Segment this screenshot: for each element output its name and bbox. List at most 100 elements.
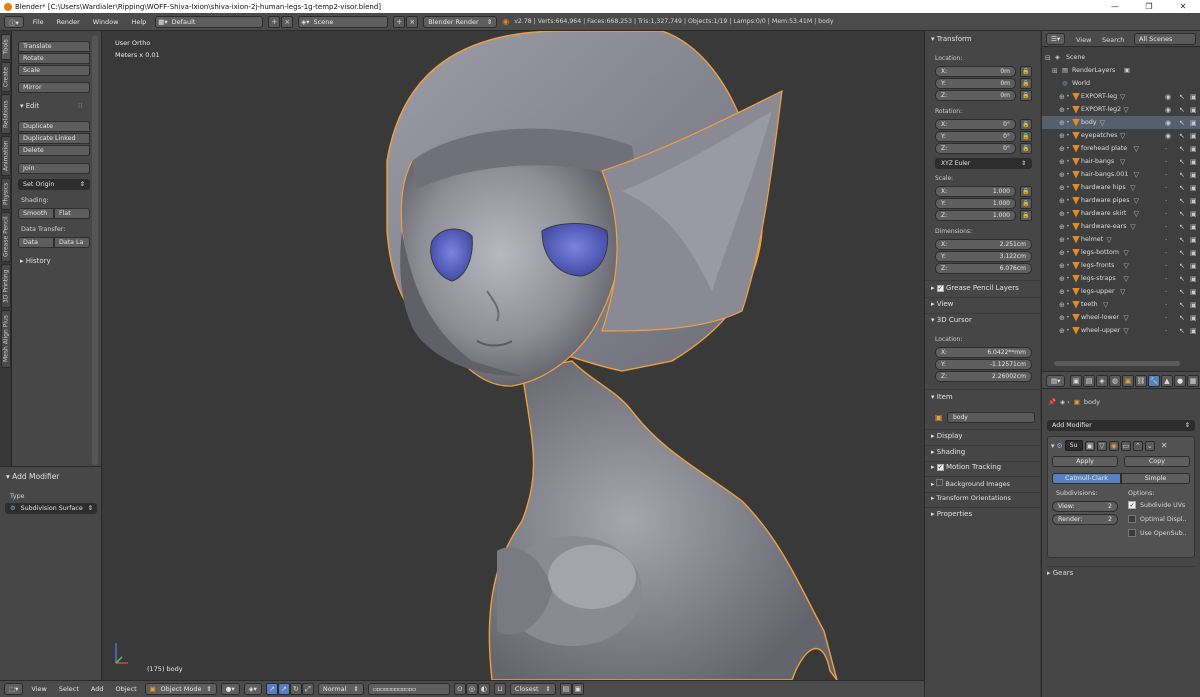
cursor-x-field[interactable]: X: 6.0422**mm (935, 347, 1032, 358)
show-in-editmode-icon[interactable]: ▣ (1084, 440, 1095, 451)
scale-button[interactable]: Scale (18, 65, 90, 76)
show-on-cage-icon[interactable]: ▽ (1096, 440, 1107, 451)
layout-selector[interactable]: ▦▾ Default (155, 15, 264, 28)
outliner-object-row[interactable]: ⊕ • legs-upper ▽ · ↖ ▣ (1042, 285, 1200, 298)
visibility-eye-icon[interactable]: ◉ (1165, 119, 1171, 127)
selectable-arrow-icon[interactable]: ↖ (1179, 288, 1185, 296)
tab-3d-printing[interactable]: 3D Printing (1, 264, 11, 308)
display-mode-dropdown[interactable]: All Scenes (1134, 33, 1196, 45)
render-camera-icon[interactable]: ▣ (1190, 327, 1197, 335)
transform-orientation-dropdown[interactable]: Normal ⇕ (317, 683, 364, 695)
outliner-object-row[interactable]: ⊕ • legs-bottom ▽ · ↖ ▣ (1042, 246, 1200, 259)
pin-icon[interactable]: 📌 (1048, 398, 1056, 406)
scale-y-field[interactable]: Y: 1.000 (935, 198, 1016, 209)
selectable-arrow-icon[interactable]: ↖ (1179, 93, 1185, 101)
properties-panel-header[interactable]: ▸ Properties (931, 510, 972, 518)
location-x-field[interactable]: X: 0m (935, 66, 1016, 77)
tab-create[interactable]: Create (1, 62, 11, 92)
delete-button[interactable]: Delete (18, 145, 90, 156)
lock-icon[interactable]: 🔒 (1020, 119, 1032, 130)
render-camera-icon[interactable]: ▣ (1190, 158, 1197, 166)
tab-tools[interactable]: Tools (1, 34, 11, 60)
tool-shelf-scrollbar[interactable] (92, 35, 98, 465)
scale-z-field[interactable]: Z: 1.000 (935, 210, 1016, 221)
constraints-tab-icon[interactable]: ⛓ (1135, 375, 1147, 387)
lock-icon[interactable]: 🔒 (1020, 131, 1032, 142)
dimension-x-field[interactable]: X: 2.251cm (935, 239, 1032, 250)
menu-window[interactable]: Window (89, 18, 123, 26)
duplicate-linked-button[interactable]: Duplicate Linked (18, 133, 90, 144)
expand-icon[interactable]: ⊕ (1059, 184, 1065, 192)
selectable-arrow-icon[interactable]: ↖ (1179, 301, 1185, 309)
outliner-editor-type-button[interactable]: ☰▾ (1046, 33, 1066, 45)
render-camera-icon[interactable]: ▣ (1190, 93, 1197, 101)
background-images-panel-header[interactable]: ▸ Background Images (931, 479, 1010, 488)
visibility-eye-icon[interactable]: · (1165, 145, 1167, 153)
outliner-menu-view[interactable]: View (1076, 36, 1091, 44)
copy-button[interactable]: Copy (1124, 456, 1190, 467)
editor-type-button[interactable]: ⬚▾ (4, 683, 24, 695)
motion-tracking-panel-header[interactable]: ▸ ✓ Motion Tracking (931, 463, 1001, 471)
add-modifier-dropdown[interactable]: Add Modifier ⇕ (1047, 420, 1195, 431)
use-opensubdiv-option[interactable]: Use OpenSub.. (1128, 529, 1187, 537)
tab-grease-pencil[interactable]: Grease Pencil (1, 212, 11, 262)
lock-icon[interactable]: 🔒 (1020, 210, 1032, 221)
rotation-x-field[interactable]: X: 0° (935, 119, 1016, 130)
expand-icon[interactable]: ⊕ (1059, 314, 1065, 322)
visibility-eye-icon[interactable]: · (1165, 236, 1167, 244)
interaction-mode-dropdown[interactable]: ▣ Object Mode ⇕ (144, 683, 217, 695)
visibility-eye-icon[interactable]: · (1165, 262, 1167, 270)
expand-icon[interactable]: ⊕ (1059, 275, 1065, 283)
expand-icon[interactable]: ⊕ (1059, 197, 1065, 205)
rotation-mode-dropdown[interactable]: XYZ Euler ⇕ (935, 158, 1032, 169)
render-camera-icon[interactable]: ▣ (1190, 197, 1197, 205)
outliner-object-row[interactable]: ⊕ • hardware hips ▽ · ↖ ▣ (1042, 181, 1200, 194)
pivot-point-dropdown[interactable]: ◈▾ (243, 683, 262, 695)
scale-manipulator[interactable]: ⤢ (301, 683, 314, 695)
selectable-arrow-icon[interactable]: ↖ (1179, 184, 1185, 192)
expand-icon[interactable]: ⊕ (1059, 301, 1065, 309)
expand-icon[interactable]: ⊕ (1059, 119, 1065, 127)
menu-render[interactable]: Render (53, 18, 84, 26)
expand-icon[interactable]: ⊕ (1059, 158, 1065, 166)
visibility-eye-icon[interactable]: · (1165, 158, 1167, 166)
opengl-render-icon[interactable]: ▣ (571, 683, 584, 695)
visibility-eye-icon[interactable]: · (1165, 197, 1167, 205)
render-engine-dropdown[interactable]: Blender Render ⇕ (423, 15, 498, 28)
collapse-icon[interactable]: ⊟ (1045, 54, 1051, 62)
selectable-arrow-icon[interactable]: ↖ (1179, 327, 1185, 335)
render-camera-icon[interactable]: ▣ (1190, 314, 1197, 322)
menu-help[interactable]: Help (127, 18, 150, 26)
menu-file[interactable]: File (29, 18, 48, 26)
outliner-object-row[interactable]: ⊕ • helmet ▽ · ↖ ▣ (1042, 233, 1200, 246)
smooth-button[interactable]: Smooth (18, 208, 54, 219)
outliner-object-row[interactable]: ⊕ • legs-straps ▽ · ↖ ▣ (1042, 272, 1200, 285)
move-up-icon[interactable]: ⌃ (1132, 440, 1143, 451)
selectable-arrow-icon[interactable]: ↖ (1179, 106, 1185, 114)
minimize-button[interactable]: — (1098, 0, 1132, 13)
scale-x-field[interactable]: X: 1.000 (935, 186, 1016, 197)
visibility-eye-icon[interactable]: · (1165, 171, 1167, 179)
location-z-field[interactable]: Z: 0m (935, 90, 1016, 101)
visibility-eye-icon[interactable]: · (1165, 327, 1167, 335)
expand-icon[interactable]: ⊕ (1059, 262, 1065, 270)
modifier-name-field[interactable]: Su (1064, 440, 1083, 451)
render-camera-icon[interactable]: ▣ (1190, 119, 1197, 127)
render-camera-icon[interactable]: ▣ (1190, 184, 1197, 192)
selectable-arrow-icon[interactable]: ↖ (1179, 314, 1185, 322)
item-name-field[interactable]: body (947, 412, 1035, 423)
render-camera-icon[interactable]: ▣ (1190, 106, 1197, 114)
transform-panel-header[interactable]: ▾ Transform (931, 35, 972, 43)
visibility-eye-icon[interactable]: ◉ (1165, 132, 1171, 140)
edit-panel-header[interactable]: ▾ Edit (20, 102, 39, 110)
3d-viewport[interactable]: User Ortho Meters x 0.01 (175) body (102, 31, 924, 680)
cursor-z-field[interactable]: Z: 2.26002cm (935, 371, 1032, 382)
selectable-arrow-icon[interactable]: ↖ (1179, 223, 1185, 231)
render-camera-icon[interactable]: ▣ (1190, 236, 1197, 244)
snap-icon[interactable]: ⊔ (493, 683, 506, 695)
render-camera-icon[interactable]: ▣ (1190, 275, 1197, 283)
scene-add-button[interactable]: + (393, 15, 406, 28)
outliner-menu-search[interactable]: Search (1102, 36, 1124, 44)
scene-remove-button[interactable]: × (406, 15, 419, 28)
outliner-object-row[interactable]: ⊕ • wheel-lower ▽ · ↖ ▣ (1042, 311, 1200, 324)
